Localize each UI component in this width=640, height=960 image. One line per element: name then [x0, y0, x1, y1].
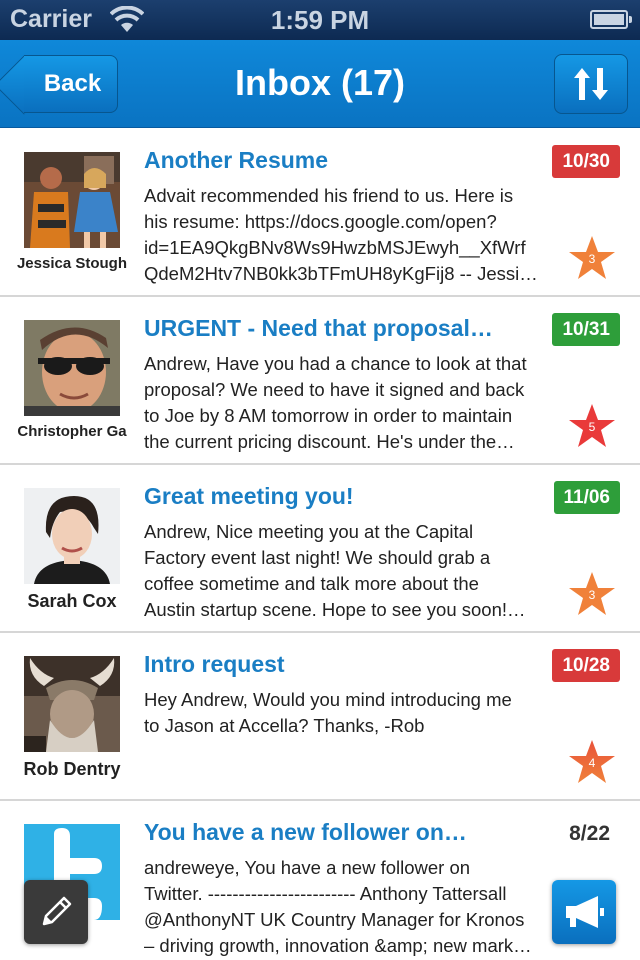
preview-line: Andrew, Have you had a chance to look at…	[144, 353, 527, 374]
sort-button[interactable]	[554, 54, 628, 114]
preview-line: Twitter. ------------------------ Anthon…	[144, 883, 507, 904]
message-preview: Hey Andrew, Would you mind introducing m…	[144, 687, 558, 791]
priority-star-icon[interactable]: 5	[568, 403, 616, 449]
message-subject: Intro request	[144, 651, 285, 677]
message-preview: Advait recommended his friend to us. Her…	[144, 183, 558, 287]
back-button-label: Back	[43, 70, 102, 97]
message-preview: Andrew, Nice meeting you at the Capital …	[144, 519, 558, 623]
message-row[interactable]: Jessica Stough Another Resume Advait rec…	[0, 129, 640, 297]
preview-line: @AnthonyNT UK Country Manager for Kronos	[144, 909, 525, 930]
back-button[interactable]: Back	[24, 55, 118, 113]
sender-name: Jessica Stough	[16, 255, 128, 272]
message-row[interactable]: er You have a new follower on… andreweye…	[0, 801, 640, 960]
preview-line: to Joe by 8 AM tomorrow in order to main…	[144, 405, 513, 426]
message-row[interactable]: Sarah Cox Great meeting you! Andrew, Nic…	[0, 465, 640, 633]
battery-icon	[590, 10, 632, 29]
preview-line: id=1EA9QkgBNv8Ws9HwzbMSJEwyh__XfWrf	[144, 237, 526, 258]
priority-star-icon[interactable]: 3	[568, 571, 616, 617]
message-subject: You have a new follower on…	[144, 819, 467, 845]
date-badge: 8/22	[569, 822, 610, 845]
megaphone-icon	[566, 896, 604, 928]
preview-line: Austin startup scene. Hope to see you so…	[144, 599, 526, 620]
preview-line: Advait recommended his friend to us. Her…	[144, 185, 514, 206]
sender-name: Sarah Cox	[27, 591, 117, 611]
message-list: Jessica Stough Another Resume Advait rec…	[0, 129, 640, 960]
announce-button[interactable]	[552, 880, 616, 944]
avatar	[24, 152, 120, 248]
preview-line: andreweye, You have a new follower on	[144, 857, 471, 878]
date-badge: 10/31	[552, 313, 620, 346]
pencil-icon	[42, 896, 72, 926]
preview-line: proposal? We need to have it signed and …	[144, 379, 525, 400]
preview-line: QdeM2Htv7NB0kk3bTFmUH8yKgFij8 -- Jessi…	[144, 263, 538, 284]
status-time: 1:59 PM	[270, 5, 370, 35]
date-badge: 11/06	[553, 481, 620, 514]
message-row[interactable]: Christopher Ga URGENT - Need that propos…	[0, 297, 640, 465]
date-badge: 10/28	[552, 649, 620, 682]
message-preview: Andrew, Have you had a chance to look at…	[144, 351, 558, 455]
priority-level: 5	[588, 420, 596, 434]
sort-arrows-icon	[574, 68, 608, 100]
sender-name: Rob Dentry	[23, 759, 121, 779]
priority-star-icon[interactable]: 3	[568, 235, 616, 281]
priority-level: 3	[588, 588, 596, 602]
preview-line: the current pricing discount. He's under…	[144, 431, 515, 452]
compose-button[interactable]	[24, 880, 88, 944]
date-badge: 10/30	[552, 145, 620, 178]
preview-line: Andrew, Nice meeting you at the Capital	[144, 521, 474, 542]
priority-level: 4	[588, 756, 596, 770]
avatar	[24, 488, 120, 584]
preview-line: his resume: https://docs.google.com/open…	[144, 211, 497, 232]
preview-line: to Jason at Accella? Thanks, -Rob	[144, 715, 425, 736]
message-subject: Great meeting you!	[144, 483, 354, 509]
preview-line: Hey Andrew, Would you mind introducing m…	[144, 689, 512, 710]
avatar	[24, 656, 120, 752]
message-row[interactable]: Rob Dentry Intro request Hey Andrew, Wou…	[0, 633, 640, 801]
preview-line: coffee sometime and talk more about the	[144, 573, 479, 594]
nav-bar: Back Inbox (17)	[0, 40, 640, 128]
preview-line: – driving growth, innovation &amp; new m…	[144, 935, 532, 956]
message-subject: URGENT - Need that proposal…	[144, 315, 493, 341]
priority-level: 3	[588, 252, 596, 266]
message-preview: andreweye, You have a new follower on Tw…	[144, 855, 558, 959]
message-subject: Another Resume	[144, 147, 329, 173]
avatar	[24, 320, 120, 416]
sender-name: Christopher Ga	[17, 423, 127, 440]
priority-star-icon[interactable]: 4	[568, 739, 616, 785]
preview-line: Factory event last night! We should grab…	[144, 547, 491, 568]
status-bar: Carrier 1:59 PM	[0, 0, 640, 40]
